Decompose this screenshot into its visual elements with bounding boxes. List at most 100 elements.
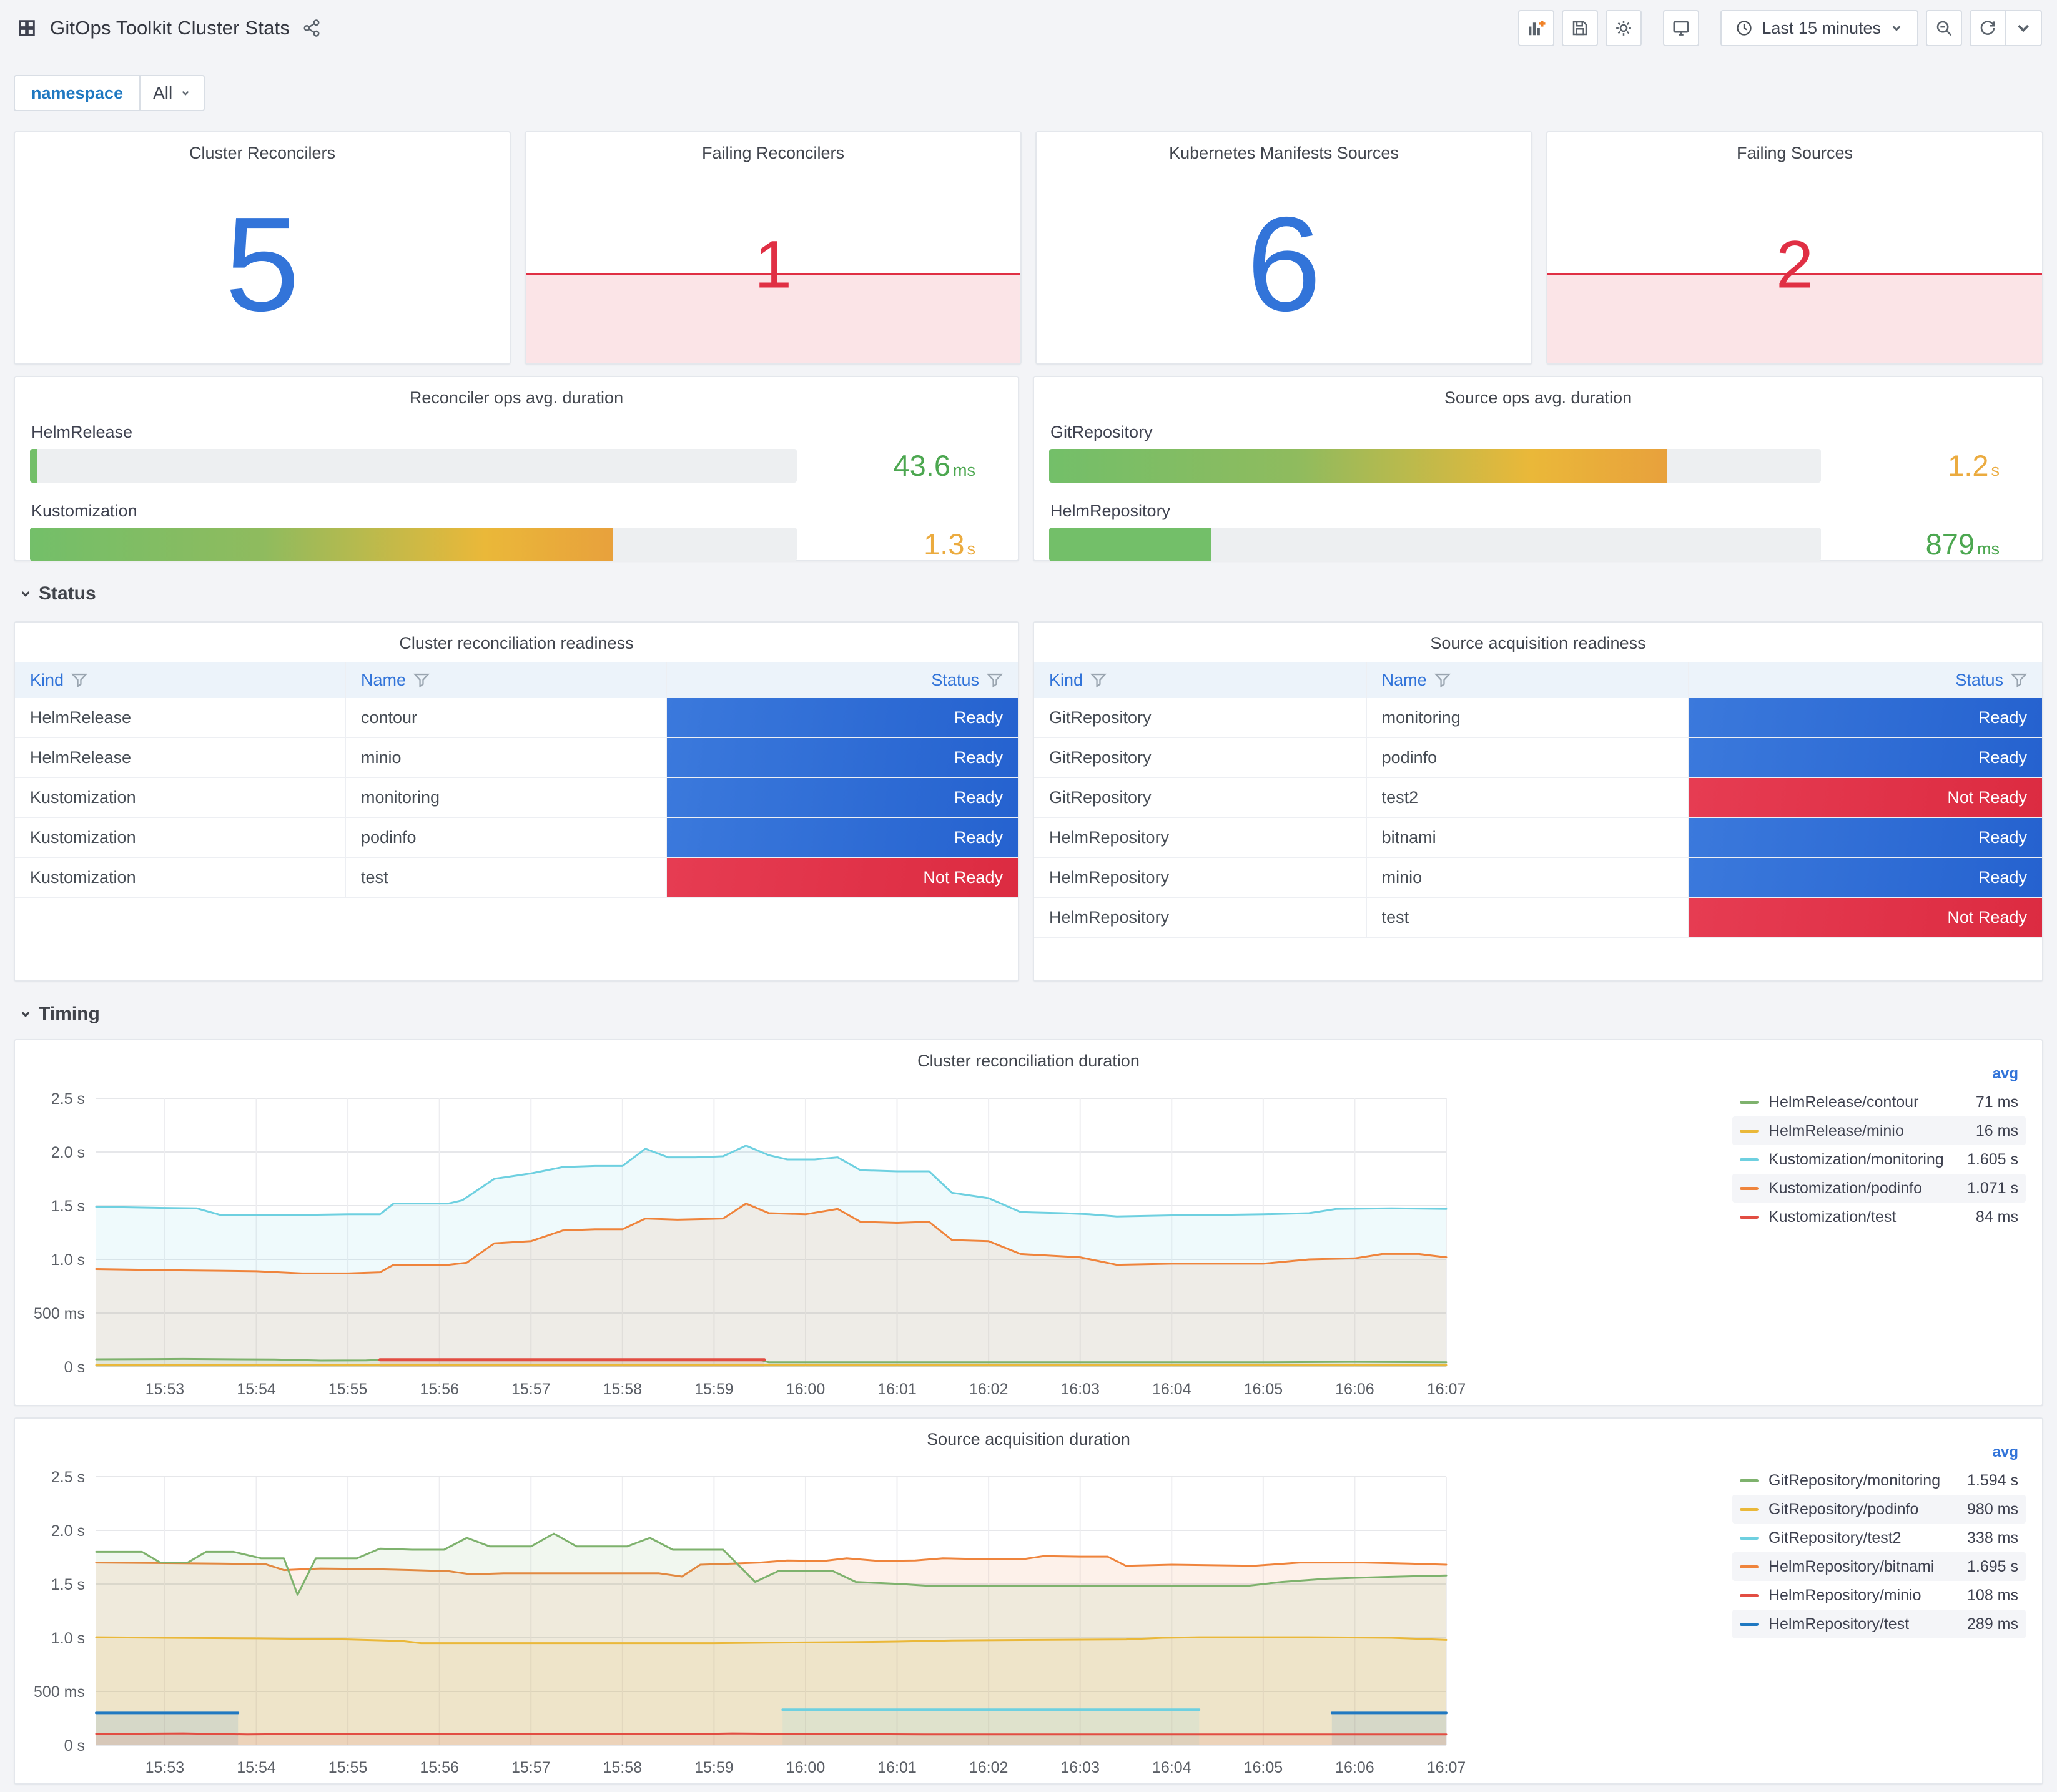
table-row: GitRepository monitoring Ready [1034,698,2042,738]
svg-text:15:53: 15:53 [146,1381,185,1398]
readiness-table: Kind Name Status HelmRelease contour Rea… [15,662,1018,898]
legend-item-gitrepository-podinfo[interactable]: GitRepository/podinfo 980 ms [1732,1495,2026,1524]
legend-item-helmrepository-bitnami[interactable]: HelmRepository/bitnami 1.695 s [1732,1552,2026,1581]
filter-icon[interactable] [2010,672,2027,688]
cell-kind: Kustomization [15,778,346,817]
refresh-button[interactable] [1970,10,2006,46]
gauge-label: HelmRelease [31,423,133,441]
cell-name: minio [1367,858,1690,897]
cell-status: Ready [666,778,1018,817]
svg-text:0 s: 0 s [64,1737,85,1755]
stat-panel-failing-sources[interactable]: Failing Sources 2 [1546,131,2043,365]
save-dashboard-button[interactable] [1562,10,1599,46]
svg-text:0 s: 0 s [64,1359,85,1376]
chart-panel-cluster-reconciliation-duration[interactable]: Cluster reconciliation duration 0 s 500 m… [14,1039,2043,1406]
legend-item-helmrepository-minio[interactable]: HelmRepository/minio 108 ms [1732,1581,2026,1610]
series-avg-value: 1.071 s [1966,1179,2018,1197]
section-status[interactable]: Status [19,580,2057,608]
stat-value: 1 [754,226,792,302]
legend-item-gitrepository-test2[interactable]: GitRepository/test2 338 ms [1732,1524,2026,1552]
gauge-bar [30,448,797,483]
cell-kind: Kustomization [15,858,346,897]
add-panel-button[interactable] [1518,10,1555,46]
legend-item-kustomization-podinfo[interactable]: Kustomization/podinfo 1.071 s [1732,1174,2026,1203]
series-name: HelmRepository/minio [1768,1586,1921,1604]
svg-text:15:58: 15:58 [603,1381,643,1398]
gauge-panel-reconciler-ops-avg-duration[interactable]: Reconciler ops avg. duration HelmRelease… [14,376,1019,561]
table-row: HelmRepository test Not Ready [1034,898,2042,938]
variable-namespace-label[interactable]: namespace [14,75,141,111]
timeseries-plot[interactable]: 0 s 500 ms 1.0 s 1.5 s 2.0 s 2.5 s 15:53 15:54 1… [29,1070,1743,1400]
panel-title: Failing Reconcilers [701,144,845,162]
cell-status: Ready [1689,818,2042,857]
cell-kind: HelmRelease [15,738,346,777]
stat-value: 2 [1775,226,1814,302]
series-name: GitRepository/monitoring [1768,1471,1941,1489]
series-avg-value: 108 ms [1967,1586,2018,1604]
panel-title: Source acquisition duration [927,1430,1130,1449]
series-avg-value: 289 ms [1967,1615,2018,1633]
gauge-row-gitrepository: GitRepository 1.2 s [1049,423,2027,483]
time-range-picker[interactable]: Last 15 minutes [1720,10,1918,46]
legend-item-gitrepository-monitoring[interactable]: GitRepository/monitoring 1.594 s [1732,1466,2026,1495]
zoom-out-button[interactable] [1926,10,1962,46]
refresh-interval-dropdown[interactable] [2006,10,2042,46]
cell-name: bitnami [1367,818,1690,857]
chevron-down-icon [182,91,189,96]
series-name: HelmRepository/bitnami [1768,1557,1935,1575]
legend-item-kustomization-test[interactable]: Kustomization/test 84 ms [1732,1203,2026,1231]
table-header-row: Kind Name Status [15,662,1018,698]
chevron-down-icon [21,591,30,597]
refresh-icon [1980,21,1995,35]
chart-panel-source-acquisition-duration[interactable]: Source acquisition duration 0 s 500 ms 1.0… [14,1417,2043,1785]
series-color-swatch [1740,1100,1759,1104]
cycle-view-button[interactable] [1663,10,1700,46]
svg-text:15:56: 15:56 [420,1759,459,1776]
table-panel-source-acquisition-readiness[interactable]: Source acquisition readiness Kind Name S… [1033,621,2043,982]
stat-panel-kubernetes-manifests-sources[interactable]: Kubernetes Manifests Sources 6 [1035,131,1532,365]
svg-text:15:56: 15:56 [420,1381,459,1398]
legend-item-helmrelease-minio[interactable]: HelmRelease/minio 16 ms [1732,1116,2026,1145]
column-header-status[interactable]: Status [1689,662,2042,698]
svg-text:15:59: 15:59 [694,1381,734,1398]
gauge-panel-source-ops-avg-duration[interactable]: Source ops avg. duration GitRepository 1… [1033,376,2043,561]
filter-icon[interactable] [1434,672,1451,688]
dashboard-settings-button[interactable] [1606,10,1642,46]
column-header-kind[interactable]: Kind [15,662,346,698]
chevron-down-icon [2018,24,2029,32]
stat-panel-failing-reconcilers[interactable]: Failing Reconcilers 1 [525,131,1022,365]
table-panel-cluster-reconciliation-readiness[interactable]: Cluster reconciliation readiness Kind Na… [14,621,1019,982]
filter-icon[interactable] [413,672,430,688]
cell-kind: HelmRepository [1034,898,1367,937]
panel-title: Source ops avg. duration [1444,388,1632,407]
legend-item-kustomization-monitoring[interactable]: Kustomization/monitoring 1.605 s [1732,1145,2026,1174]
variable-namespace-select[interactable]: All [140,75,205,111]
svg-text:16:02: 16:02 [969,1759,1009,1776]
legend-item-helmrelease-contour[interactable]: HelmRelease/contour 71 ms [1732,1088,2026,1116]
series-color-swatch [1740,1479,1759,1482]
series-avg-value: 1.594 s [1966,1471,2018,1489]
svg-text:2.5 s: 2.5 s [51,1090,85,1108]
section-timing[interactable]: Timing [19,1000,2057,1028]
timeseries-plot[interactable]: 0 s 500 ms 1.0 s 1.5 s 2.0 s 2.5 s 15:53 15:54 1… [29,1449,1743,1778]
cell-status: Ready [666,818,1018,857]
filter-icon[interactable] [71,672,88,688]
table-row: Kustomization podinfo Ready [15,818,1018,858]
svg-text:500 ms: 500 ms [34,1683,85,1701]
svg-text:16:02: 16:02 [969,1381,1009,1398]
share-icon[interactable] [302,19,321,37]
column-header-name[interactable]: Name [346,662,667,698]
cell-name: test [346,858,667,897]
stat-panel-cluster-reconcilers[interactable]: Cluster Reconcilers 5 [14,131,511,365]
column-header-kind[interactable]: Kind [1034,662,1367,698]
table-row: GitRepository podinfo Ready [1034,738,2042,778]
column-header-status[interactable]: Status [667,662,1018,698]
legend-item-helmrepository-test[interactable]: HelmRepository/test 289 ms [1732,1610,2026,1638]
filter-icon[interactable] [1090,672,1107,688]
filter-icon[interactable] [986,672,1003,688]
cell-kind: Kustomization [15,818,346,857]
monitor-icon [1673,21,1689,36]
column-header-name[interactable]: Name [1367,662,1690,698]
table-row: HelmRelease contour Ready [15,698,1018,738]
cell-status: Not Ready [1689,778,2042,817]
